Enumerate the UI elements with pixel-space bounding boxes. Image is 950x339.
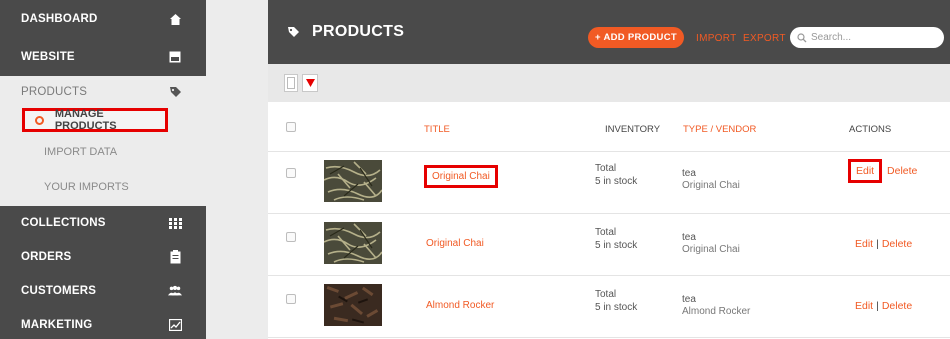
nav-customers-label: CUSTOMERS (21, 285, 97, 297)
nav-manage-products[interactable]: MANAGE PRODUCTS (22, 108, 168, 132)
sidebar: DASHBOARD WEBSITE PRODUCTS MANAGE PRODUC… (0, 0, 206, 339)
main-panel: PRODUCTS + ADD PRODUCT IMPORT EXPORT Sea… (268, 0, 950, 339)
delete-link[interactable]: Delete (882, 238, 912, 250)
nav-your-imports-label: YOUR IMPORTS (44, 181, 129, 193)
inventory-value: 5 in stock (595, 176, 638, 187)
nav-orders[interactable]: ORDERS (0, 240, 206, 274)
home-icon (168, 12, 182, 26)
inventory-label: Total (595, 227, 617, 238)
product-type: tea (682, 294, 696, 305)
nav-products[interactable]: PRODUCTS (0, 76, 206, 108)
table-toolbar (268, 64, 950, 102)
nav-collections[interactable]: COLLECTIONS (0, 206, 206, 240)
edit-link[interactable]: Edit (848, 159, 883, 183)
header-checkbox[interactable] (286, 122, 296, 132)
product-thumbnail[interactable] (324, 284, 382, 326)
product-thumbnail[interactable] (324, 160, 382, 202)
type-vendor-cell: tea Almond Rocker (682, 294, 750, 318)
row-actions: Edit Delete (848, 159, 917, 183)
grid-icon (168, 216, 182, 230)
active-circle-icon (35, 115, 44, 125)
column-title[interactable]: TITLE (424, 124, 450, 135)
nav-import-data[interactable]: IMPORT DATA (0, 136, 206, 168)
edit-link[interactable]: Edit (855, 238, 873, 250)
page-title: PRODUCTS (312, 23, 405, 40)
type-vendor-cell: tea Original Chai (682, 168, 740, 192)
nav-website[interactable]: WEBSITE (0, 38, 206, 76)
product-title-link[interactable]: Original Chai (424, 165, 498, 188)
column-actions: ACTIONS (849, 124, 892, 135)
search-icon (796, 32, 808, 44)
inventory-cell: Total 5 in stock (595, 226, 637, 252)
product-vendor: Original Chai (682, 244, 740, 255)
table-row: Original Chai Total 5 in stock tea Origi… (268, 214, 950, 276)
nav-your-imports[interactable]: YOUR IMPORTS (0, 168, 206, 206)
users-icon (168, 284, 182, 298)
inventory-cell: Total 5 in stock (595, 288, 637, 314)
row-checkbox[interactable] (286, 232, 296, 242)
nav-collections-label: COLLECTIONS (21, 217, 106, 229)
nav-orders-label: ORDERS (21, 251, 72, 263)
table-row: Original Chai Total 5 in stock tea Origi… (268, 152, 950, 214)
products-section: PRODUCTS MANAGE PRODUCTS IMPORT DATA YOU… (0, 76, 206, 206)
delete-link[interactable]: Delete (887, 165, 917, 177)
filter-icon[interactable] (302, 74, 318, 92)
action-separator: | (876, 300, 879, 312)
nav-import-data-label: IMPORT DATA (44, 146, 118, 158)
column-type-vendor[interactable]: TYPE / VENDOR (683, 124, 756, 135)
table-header: TITLE INVENTORY TYPE / VENDOR ACTIONS (268, 102, 950, 152)
tag-icon (286, 25, 300, 39)
edit-link[interactable]: Edit (855, 300, 873, 312)
inventory-value: 5 in stock (595, 240, 638, 251)
website-icon (168, 50, 182, 64)
product-vendor: Almond Rocker (682, 306, 751, 317)
inventory-label: Total (595, 163, 617, 174)
add-product-button[interactable]: + ADD PRODUCT (588, 27, 684, 48)
nav-customers[interactable]: CUSTOMERS (0, 274, 206, 308)
nav-marketing-label: MARKETING (21, 319, 93, 331)
nav-marketing[interactable]: MARKETING (0, 308, 206, 339)
nav-dashboard-label: DASHBOARD (21, 13, 98, 25)
import-link[interactable]: IMPORT (696, 33, 737, 44)
clipboard-icon (168, 250, 182, 264)
export-link[interactable]: EXPORT (743, 33, 786, 44)
type-vendor-cell: tea Original Chai (682, 232, 740, 256)
table-row: Almond Rocker Total 5 in stock tea Almon… (268, 276, 950, 338)
product-title-link[interactable]: Almond Rocker (426, 300, 494, 311)
nav-website-label: WEBSITE (21, 51, 75, 63)
product-vendor: Original Chai (682, 180, 740, 191)
nav-products-label: PRODUCTS (21, 86, 88, 98)
action-separator: | (876, 238, 879, 250)
row-actions: Edit | Delete (855, 300, 912, 312)
column-inventory[interactable]: INVENTORY (605, 124, 660, 135)
product-thumbnail[interactable] (324, 222, 382, 264)
inventory-cell: Total 5 in stock (595, 162, 637, 188)
chart-icon (168, 318, 182, 332)
row-actions: Edit | Delete (855, 238, 912, 250)
nav-manage-products-label: MANAGE PRODUCTS (54, 108, 117, 132)
products-header: PRODUCTS + ADD PRODUCT IMPORT EXPORT Sea… (268, 0, 950, 64)
product-type: tea (682, 232, 696, 243)
delete-link[interactable]: Delete (882, 300, 912, 312)
inventory-label: Total (595, 289, 617, 300)
search-placeholder: Search... (811, 32, 852, 43)
row-checkbox[interactable] (286, 168, 296, 178)
inventory-value: 5 in stock (595, 302, 638, 313)
tag-icon (168, 85, 182, 99)
row-checkbox[interactable] (286, 294, 296, 304)
select-all-toggle[interactable] (284, 74, 298, 92)
nav-dashboard[interactable]: DASHBOARD (0, 0, 206, 38)
product-type: tea (682, 168, 696, 179)
product-title-link[interactable]: Original Chai (426, 238, 484, 249)
search-input[interactable]: Search... (790, 27, 944, 48)
